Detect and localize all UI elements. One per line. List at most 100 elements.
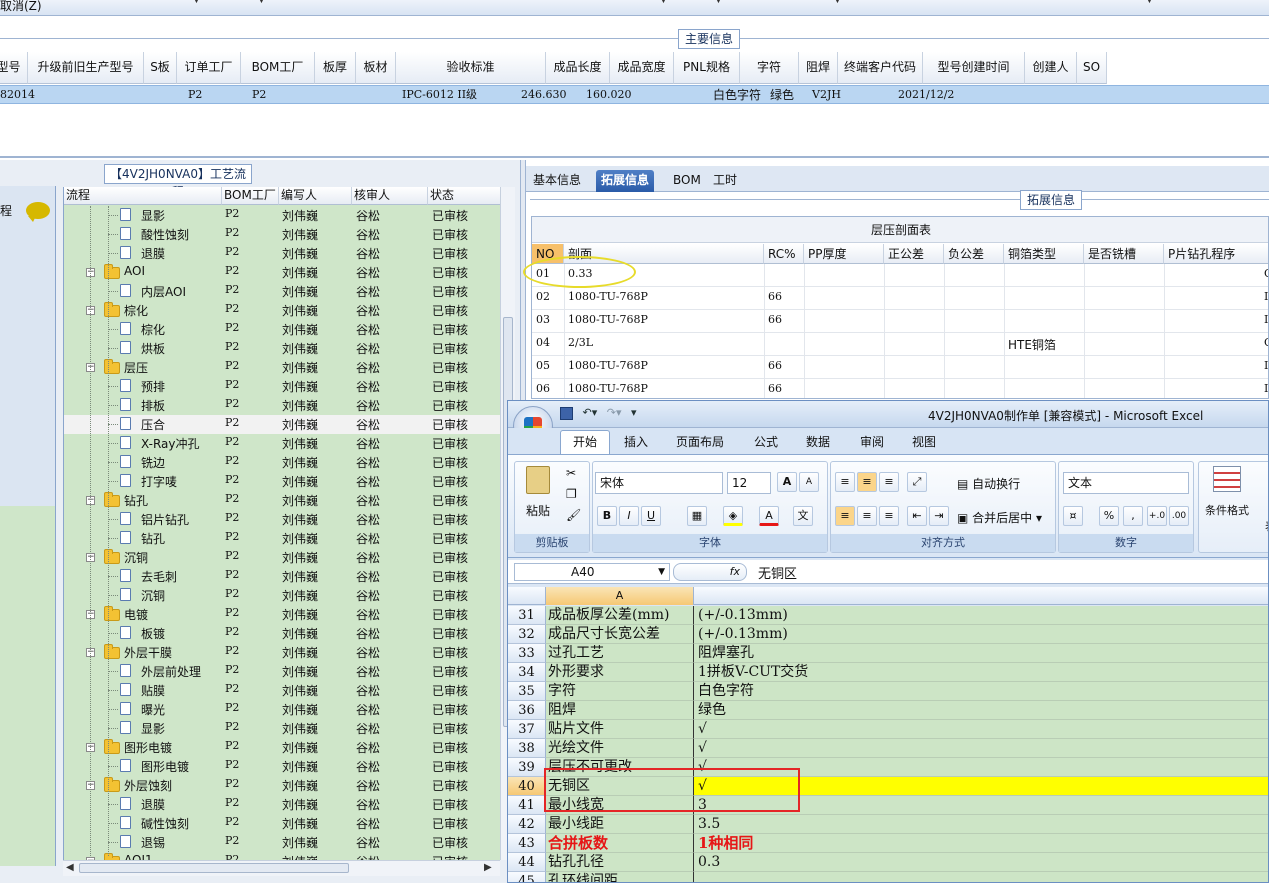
underline-button[interactable]: U: [641, 506, 661, 526]
stack-row[interactable]: 05 1080-TU-768P 66 I: [532, 356, 1268, 379]
tree-row[interactable]: 贴膜 P2 刘伟巍 谷松 已审核: [64, 681, 500, 700]
chevron-down-icon[interactable]: ▼: [658, 564, 665, 580]
tree-row[interactable]: 退锡 P2 刘伟巍 谷松 已审核: [64, 833, 500, 852]
scroll-right-icon[interactable]: ▶: [484, 862, 492, 873]
conditional-format-button[interactable]: 条件格式: [1205, 502, 1249, 518]
tree-row[interactable]: 棕化 P2 刘伟巍 谷松 已审核: [64, 320, 500, 339]
font-name-select[interactable]: 宋体: [595, 472, 723, 494]
tree-row[interactable]: − 沉铜 P2 刘伟巍 谷松 已审核: [64, 548, 500, 567]
currency-icon[interactable]: ¤: [1063, 506, 1083, 526]
cell-b[interactable]: √: [694, 720, 1268, 739]
main-col-header[interactable]: 成品长度: [546, 52, 610, 84]
ribbon-tab[interactable]: 页面布局: [676, 433, 724, 450]
row-header[interactable]: 45: [508, 872, 546, 882]
ribbon-tab[interactable]: 审阅: [860, 433, 884, 450]
cell-a[interactable]: 最小线距: [546, 815, 694, 834]
cell-b[interactable]: 1种相同: [694, 834, 1268, 853]
row-header[interactable]: 32: [508, 625, 546, 644]
stack-col-header[interactable]: RC%: [764, 244, 804, 264]
tree-row[interactable]: 铝片钻孔 P2 刘伟巍 谷松 已审核: [64, 510, 500, 529]
ribbon-tab[interactable]: 视图: [912, 433, 936, 450]
ribbon-tab[interactable]: 插入: [624, 433, 648, 450]
cell-b[interactable]: [694, 872, 1268, 882]
row-header[interactable]: 31: [508, 606, 546, 625]
stack-row[interactable]: 04 2/3L HTE铜箔 O: [532, 333, 1268, 356]
row-header[interactable]: 37: [508, 720, 546, 739]
cell-b[interactable]: 绿色: [694, 701, 1268, 720]
tree-row[interactable]: 压合 P2 刘伟巍 谷松 已审核: [64, 415, 500, 434]
tree-row[interactable]: 板镀 P2 刘伟巍 谷松 已审核: [64, 624, 500, 643]
tree-row[interactable]: 铣边 P2 刘伟巍 谷松 已审核: [64, 453, 500, 472]
phonetic-button[interactable]: 文: [793, 506, 813, 526]
cell-b[interactable]: 1拼板V-CUT交货: [694, 663, 1268, 682]
tree-row[interactable]: 内层AOI P2 刘伟巍 谷松 已审核: [64, 282, 500, 301]
align-right-icon[interactable]: ≡: [879, 506, 899, 526]
main-info-row[interactable]: 82014 P2 P2 IPC-6012 II级 246.630 160.020…: [0, 85, 1269, 104]
align-bottom-icon[interactable]: ≡: [879, 472, 899, 492]
tree-row[interactable]: 外层前处理 P2 刘伟巍 谷松 已审核: [64, 662, 500, 681]
chevron-down-icon[interactable]: ▼: [715, 0, 722, 5]
tree-row[interactable]: 打字唛 P2 刘伟巍 谷松 已审核: [64, 472, 500, 491]
stack-row[interactable]: 02 1080-TU-768P 66 I: [532, 287, 1268, 310]
row-header[interactable]: 44: [508, 853, 546, 872]
cell-b[interactable]: 3.5: [694, 815, 1268, 834]
row-header[interactable]: 35: [508, 682, 546, 701]
tab-bom[interactable]: BOM: [668, 170, 706, 192]
tree-row[interactable]: − 外层蚀刻 P2 刘伟巍 谷松 已审核: [64, 776, 500, 795]
row-header[interactable]: 40: [508, 777, 546, 796]
ribbon-tab[interactable]: 公式: [754, 433, 778, 450]
chevron-down-icon[interactable]: ▼: [834, 0, 841, 5]
main-col-header[interactable]: BOM工厂: [241, 52, 315, 84]
cell-a[interactable]: 过孔工艺: [546, 644, 694, 663]
tree-row[interactable]: − 图形电镀 P2 刘伟巍 谷松 已审核: [64, 738, 500, 757]
tree-row[interactable]: X-Ray冲孔 P2 刘伟巍 谷松 已审核: [64, 434, 500, 453]
tree-row[interactable]: 退膜 P2 刘伟巍 谷松 已审核: [64, 244, 500, 263]
tab-extended[interactable]: 拓展信息: [596, 170, 655, 192]
cell-a[interactable]: 成品尺寸长宽公差: [546, 625, 694, 644]
chevron-down-icon[interactable]: ▼: [258, 0, 265, 5]
cell-a[interactable]: 贴片文件: [546, 720, 694, 739]
stack-row[interactable]: 06 1080-TU-768P 66 I: [532, 379, 1268, 398]
row-header[interactable]: 33: [508, 644, 546, 663]
copy-icon[interactable]: ❐: [566, 487, 577, 501]
cell-b[interactable]: 阻焊塞孔: [694, 644, 1268, 663]
border-icon[interactable]: ▦: [687, 506, 707, 526]
cancel-button[interactable]: 取消(Z): [0, 0, 42, 14]
fill-color-icon[interactable]: ◈: [723, 506, 743, 526]
row-header[interactable]: 34: [508, 663, 546, 682]
align-center-icon[interactable]: ≡: [857, 506, 877, 526]
tree-row[interactable]: 去毛刺 P2 刘伟巍 谷松 已审核: [64, 567, 500, 586]
format-table-button[interactable]: 表: [1265, 518, 1268, 534]
tree-row[interactable]: 图形电镀 P2 刘伟巍 谷松 已审核: [64, 757, 500, 776]
tree-row[interactable]: 酸性蚀刻 P2 刘伟巍 谷松 已审核: [64, 225, 500, 244]
tree-row[interactable]: 退膜 P2 刘伟巍 谷松 已审核: [64, 795, 500, 814]
main-col-header[interactable]: 型号创建时间: [923, 52, 1025, 84]
main-col-header[interactable]: 板厚: [315, 52, 356, 84]
tree-row[interactable]: − 层压 P2 刘伟巍 谷松 已审核: [64, 358, 500, 377]
paste-icon[interactable]: [526, 466, 550, 494]
wrap-text-button[interactable]: ▤ 自动换行: [957, 475, 1020, 492]
tree-row[interactable]: 碱性蚀刻 P2 刘伟巍 谷松 已审核: [64, 814, 500, 833]
tree-row[interactable]: 沉铜 P2 刘伟巍 谷松 已审核: [64, 586, 500, 605]
percent-button[interactable]: %: [1099, 506, 1119, 526]
row-header[interactable]: 42: [508, 815, 546, 834]
cell-a[interactable]: 阻焊: [546, 701, 694, 720]
font-color-button[interactable]: A: [759, 506, 779, 526]
save-icon[interactable]: [560, 406, 573, 420]
tree-col-header[interactable]: 编写人: [279, 187, 352, 205]
stack-col-header[interactable]: P片钻孔程序: [1164, 244, 1268, 264]
chevron-down-icon[interactable]: ▼: [1146, 0, 1153, 5]
cell-b[interactable]: 0.3: [694, 853, 1268, 872]
cell-a[interactable]: 合拼板数: [546, 834, 694, 853]
increase-indent-icon[interactable]: ⇥: [929, 506, 949, 526]
name-box[interactable]: A40 ▼: [514, 563, 670, 581]
align-top-icon[interactable]: ≡: [835, 472, 855, 492]
tree-row[interactable]: − 电镀 P2 刘伟巍 谷松 已审核: [64, 605, 500, 624]
formula-value[interactable]: 无铜区: [758, 563, 797, 582]
main-col-header[interactable]: SO: [1077, 52, 1107, 84]
cell-b[interactable]: √: [694, 739, 1268, 758]
tree-row[interactable]: − 棕化 P2 刘伟巍 谷松 已审核: [64, 301, 500, 320]
main-col-header[interactable]: 型号: [0, 52, 28, 84]
main-col-header[interactable]: 验收标准: [396, 52, 546, 84]
main-col-header[interactable]: 升级前旧生产型号: [28, 52, 144, 84]
